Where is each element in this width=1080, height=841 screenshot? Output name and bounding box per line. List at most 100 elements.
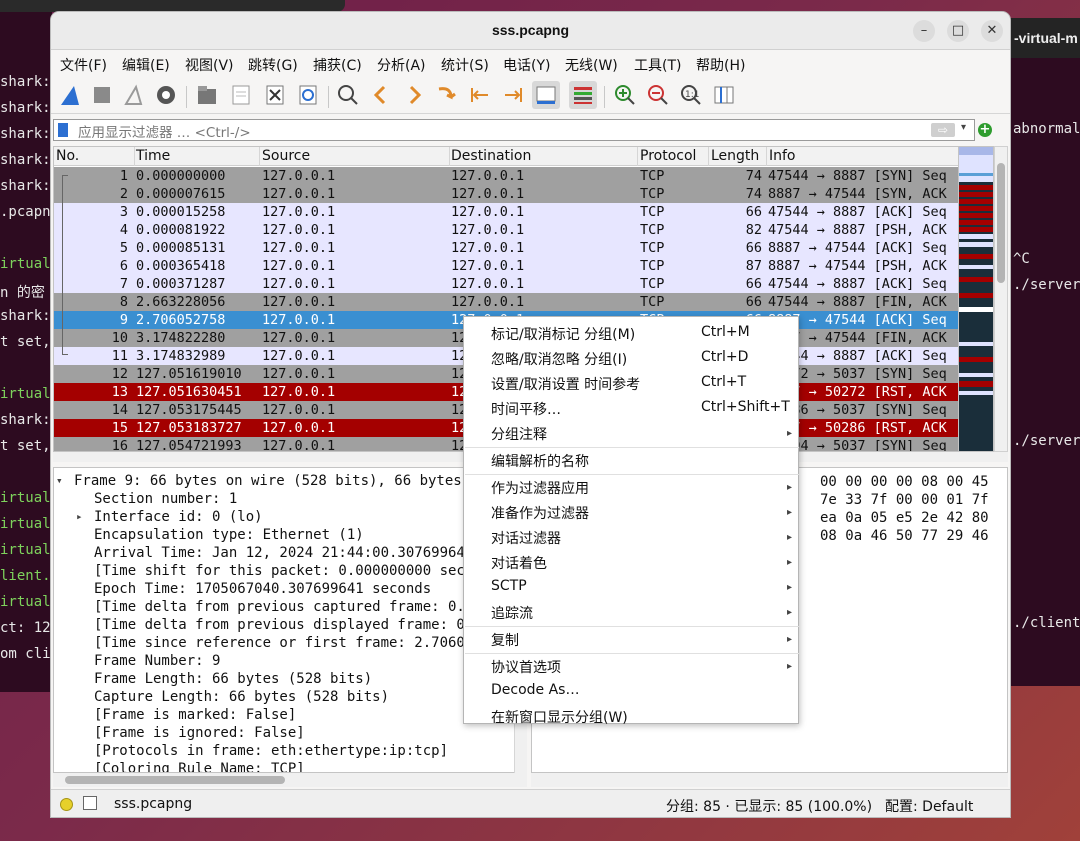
packet-row[interactable]: 1 0.000000000 127.0.0.1 127.0.0.1 TCP 74 47544… bbox=[54, 167, 959, 185]
packet-row[interactable]: 8 2.663228056 127.0.0.1 127.0.0.1 TCP 66 47544… bbox=[54, 293, 959, 311]
add-filter-button-icon[interactable]: + bbox=[978, 123, 992, 137]
detail-row[interactable]: [Time shift for this packet: 0.000000000… bbox=[94, 562, 507, 580]
menu-analyze[interactable]: 分析(A) bbox=[377, 55, 426, 75]
col-time[interactable]: Time bbox=[136, 148, 170, 164]
context-menu-item[interactable]: 准备作为过滤器 ▸ bbox=[464, 501, 798, 525]
go-last-packet-icon[interactable] bbox=[499, 81, 527, 109]
auto-scroll-icon[interactable] bbox=[532, 81, 560, 109]
col-protocol[interactable]: Protocol bbox=[640, 148, 696, 164]
filter-history-dropdown-icon[interactable]: ▾ bbox=[961, 122, 966, 133]
menu-edit[interactable]: 编辑(E) bbox=[122, 55, 170, 75]
detail-row[interactable]: [Coloring Rule Name: TCP] bbox=[94, 760, 305, 772]
apply-filter-arrow-icon[interactable]: ⇨ bbox=[931, 123, 955, 137]
maximize-button[interactable]: □ bbox=[947, 20, 969, 42]
zoom-in-icon[interactable] bbox=[611, 81, 639, 109]
col-source[interactable]: Source bbox=[262, 148, 310, 164]
packet-row[interactable]: 7 0.000371287 127.0.0.1 127.0.0.1 TCP 66 47544… bbox=[54, 275, 959, 293]
detail-text: Epoch Time: 1705067040.307699641 seconds bbox=[94, 581, 432, 597]
context-menu-item[interactable]: 忽略/取消忽略 分组(I) Ctrl+D bbox=[464, 347, 798, 371]
detail-row[interactable]: Frame Number: 9 bbox=[94, 652, 220, 670]
reload-file-icon[interactable] bbox=[294, 81, 322, 109]
detail-row[interactable]: Capture Length: 66 bytes (528 bits) bbox=[94, 688, 389, 706]
context-menu-item[interactable]: 对话过滤器 ▸ bbox=[464, 526, 798, 550]
detail-row[interactable]: Encapsulation type: Ethernet (1) bbox=[94, 526, 364, 544]
restart-capture-icon[interactable] bbox=[120, 81, 148, 109]
menu-go[interactable]: 跳转(G) bbox=[248, 55, 298, 75]
packet-row[interactable]: 2 0.000007615 127.0.0.1 127.0.0.1 TCP 74 8887 … bbox=[54, 185, 959, 203]
bytes-hex-row[interactable]: ea 0a 05 e5 2e 42 80 bbox=[820, 509, 989, 527]
packet-details-tree[interactable]: ▾ Frame 9: 66 bytes on wire (528 bits), 6… bbox=[53, 467, 527, 773]
bookmark-icon[interactable] bbox=[58, 123, 68, 137]
go-to-packet-icon[interactable] bbox=[433, 81, 461, 109]
col-destination[interactable]: Destination bbox=[451, 148, 531, 164]
context-menu-item[interactable]: 标记/取消标记 分组(M) Ctrl+M bbox=[464, 322, 798, 346]
minimize-button[interactable]: – bbox=[913, 20, 935, 42]
menu-capture[interactable]: 捕获(C) bbox=[313, 55, 362, 75]
menu-wireless[interactable]: 无线(W) bbox=[565, 55, 618, 75]
col-length[interactable]: Length bbox=[711, 148, 759, 164]
col-info[interactable]: Info bbox=[769, 148, 796, 164]
menu-statistics[interactable]: 统计(S) bbox=[441, 55, 489, 75]
expert-info-icon[interactable] bbox=[60, 798, 73, 811]
context-menu-item[interactable]: 在新窗口显示分组(W) bbox=[464, 705, 798, 729]
context-menu-item[interactable]: 对话着色 ▸ bbox=[464, 551, 798, 575]
context-menu-item[interactable]: 作为过滤器应用 ▸ bbox=[464, 476, 798, 500]
status-profile[interactable]: 配置: Default bbox=[885, 796, 973, 816]
packet-row[interactable]: 5 0.000085131 127.0.0.1 127.0.0.1 TCP 66 8887 … bbox=[54, 239, 959, 257]
bytes-hscroll[interactable] bbox=[531, 773, 1008, 787]
expander-icon[interactable]: ▸ bbox=[76, 508, 83, 526]
go-back-icon[interactable] bbox=[367, 81, 395, 109]
close-file-icon[interactable] bbox=[261, 81, 289, 109]
bytes-hex-row[interactable]: 08 0a 46 50 77 29 46 bbox=[820, 527, 989, 545]
context-menu-item[interactable]: 复制 ▸ bbox=[464, 628, 798, 652]
capture-comment-icon[interactable] bbox=[83, 796, 97, 810]
context-menu-item[interactable]: 追踪流 ▸ bbox=[464, 601, 798, 625]
menu-file[interactable]: 文件(F) bbox=[60, 55, 107, 75]
resize-columns-icon[interactable] bbox=[710, 81, 738, 109]
packet-minimap[interactable] bbox=[958, 146, 994, 452]
detail-row[interactable]: [Protocols in frame: eth:ethertype:ip:tc… bbox=[94, 742, 448, 760]
detail-row[interactable]: ▸ Interface id: 0 (lo) bbox=[76, 508, 263, 526]
go-forward-icon[interactable] bbox=[400, 81, 428, 109]
bytes-hex-row[interactable]: 00 00 00 00 08 00 45 bbox=[820, 473, 989, 491]
detail-row[interactable]: Arrival Time: Jan 12, 2024 21:44:00.3076… bbox=[94, 544, 507, 562]
context-menu-item[interactable]: 分组注释 ▸ bbox=[464, 422, 798, 446]
context-menu-item[interactable]: 设置/取消设置 时间参考 Ctrl+T bbox=[464, 372, 798, 396]
col-no[interactable]: No. bbox=[56, 148, 79, 164]
go-first-packet-icon[interactable] bbox=[466, 81, 494, 109]
detail-row[interactable]: [Frame is marked: False] bbox=[94, 706, 296, 724]
open-file-icon[interactable] bbox=[193, 81, 221, 109]
shark-fin-start-icon[interactable] bbox=[56, 81, 84, 109]
packet-row[interactable]: 6 0.000365418 127.0.0.1 127.0.0.1 TCP 87 8887 … bbox=[54, 257, 959, 275]
stop-capture-icon[interactable] bbox=[88, 81, 116, 109]
detail-row[interactable]: Frame Length: 66 bytes (528 bits) bbox=[94, 670, 372, 688]
menu-help[interactable]: 帮助(H) bbox=[696, 55, 745, 75]
close-button[interactable]: ✕ bbox=[981, 20, 1003, 42]
packet-row[interactable]: 3 0.000015258 127.0.0.1 127.0.0.1 TCP 66 47544… bbox=[54, 203, 959, 221]
packet-list-scrollbar[interactable] bbox=[994, 146, 1008, 452]
details-hscroll[interactable] bbox=[53, 773, 527, 787]
context-menu-item[interactable]: 时间平移… Ctrl+Shift+T bbox=[464, 397, 798, 421]
menu-view[interactable]: 视图(V) bbox=[185, 55, 234, 75]
display-filter-bar[interactable]: 应用显示过滤器 … <Ctrl-/> ⇨ ▾ bbox=[53, 119, 975, 141]
context-menu-item[interactable]: 协议首选项 ▸ bbox=[464, 655, 798, 679]
detail-row[interactable]: [Frame is ignored: False] bbox=[94, 724, 305, 742]
display-filter-input[interactable]: 应用显示过滤器 … <Ctrl-/> bbox=[78, 121, 251, 141]
detail-row[interactable]: Section number: 1 bbox=[94, 490, 237, 508]
detail-row[interactable]: ▾ Frame 9: 66 bytes on wire (528 bits), 6… bbox=[56, 472, 526, 490]
detail-row[interactable]: Epoch Time: 1705067040.307699641 seconds bbox=[94, 580, 431, 598]
normal-size-icon[interactable]: 1:1 bbox=[677, 81, 705, 109]
context-menu-item[interactable]: Decode As… bbox=[464, 680, 798, 704]
bytes-hex-row[interactable]: 7e 33 7f 00 00 01 7f bbox=[820, 491, 989, 509]
save-file-icon[interactable] bbox=[227, 81, 255, 109]
expander-icon[interactable]: ▾ bbox=[56, 472, 63, 490]
colorize-icon[interactable] bbox=[569, 81, 597, 109]
menu-tools[interactable]: 工具(T) bbox=[634, 55, 681, 75]
capture-options-gear-icon[interactable] bbox=[152, 81, 180, 109]
menu-telephony[interactable]: 电话(Y) bbox=[503, 55, 550, 75]
packet-row[interactable]: 4 0.000081922 127.0.0.1 127.0.0.1 TCP 82 47544… bbox=[54, 221, 959, 239]
zoom-out-icon[interactable] bbox=[644, 81, 672, 109]
context-menu-item[interactable]: 编辑解析的名称 bbox=[464, 449, 798, 473]
context-menu-item[interactable]: SCTP ▸ bbox=[464, 576, 798, 600]
find-packet-icon[interactable] bbox=[334, 81, 362, 109]
